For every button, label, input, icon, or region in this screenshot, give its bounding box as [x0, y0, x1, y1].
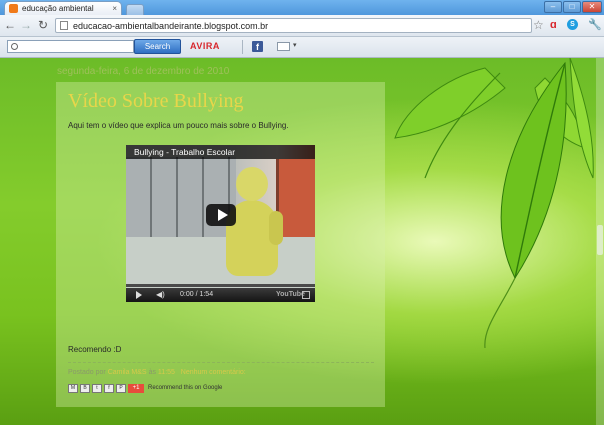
- mail-dropdown-icon[interactable]: ▾: [293, 41, 297, 49]
- minimize-button[interactable]: –: [544, 1, 562, 13]
- reload-icon[interactable]: ↻: [36, 18, 50, 32]
- video-progress-bar[interactable]: [126, 284, 315, 287]
- comments-link[interactable]: Nenhum comentário:: [181, 369, 246, 376]
- post-time-link[interactable]: 11:55: [158, 369, 175, 376]
- control-play-icon[interactable]: [136, 291, 142, 299]
- share-buttons: M B t f P +1 Recommend this on Google: [68, 383, 222, 393]
- clay-figure-arm: [269, 211, 283, 245]
- skype-extension-icon[interactable]: S: [567, 19, 578, 30]
- post-title[interactable]: Vídeo Sobre Bullying: [68, 90, 244, 113]
- address-bar[interactable]: educacao-ambientalbandeirante.blogspot.c…: [55, 18, 532, 33]
- avira-toolbar: Search AVIRA f ▾: [0, 37, 604, 58]
- scrollbar-thumb[interactable]: [597, 225, 603, 255]
- author-link[interactable]: Camila M&S: [108, 369, 147, 376]
- twitter-share-icon[interactable]: t: [92, 383, 102, 393]
- blogthis-share-icon[interactable]: B: [80, 383, 90, 393]
- video-time: 0:00 / 1:54: [180, 291, 214, 298]
- video-title[interactable]: Bullying - Trabalho Escolar: [134, 147, 235, 157]
- navigation-bar: ← → ↻ educacao-ambientalbandeirante.blog…: [0, 15, 604, 37]
- post-footer: Postado por Camila M&S às 11:55 Nenhum c…: [68, 369, 246, 376]
- browser-tab[interactable]: educação ambiental ×: [4, 1, 122, 15]
- at-label: às: [148, 369, 156, 376]
- youtube-logo[interactable]: YouTube: [276, 291, 305, 298]
- tab-close-icon[interactable]: ×: [112, 4, 117, 13]
- blogger-favicon-icon: [9, 4, 18, 13]
- url-text[interactable]: educacao-ambientalbandeirante.blogspot.c…: [73, 21, 268, 31]
- email-share-icon[interactable]: M: [68, 383, 78, 393]
- floor-image: [126, 237, 315, 288]
- close-window-button[interactable]: ✕: [582, 1, 602, 13]
- avira-extension-icon[interactable]: ɑ: [550, 19, 557, 31]
- avira-logo[interactable]: AVIRA: [190, 41, 220, 51]
- video-titlebar: Bullying - Trabalho Escolar: [126, 145, 315, 159]
- posted-by-label: Postado por: [68, 369, 106, 376]
- mail-icon[interactable]: [277, 42, 290, 51]
- play-icon[interactable]: [218, 209, 228, 221]
- bookmark-star-icon[interactable]: ☆: [533, 18, 544, 32]
- leaf-decoration: [394, 58, 594, 349]
- tab-title: educação ambiental: [22, 4, 94, 13]
- search-icon: [11, 43, 18, 50]
- facebook-share-icon[interactable]: f: [104, 383, 114, 393]
- toolbar-search-button[interactable]: Search: [134, 39, 181, 54]
- post-divider: [68, 362, 374, 363]
- toolbar-divider: [242, 40, 243, 54]
- forward-arrow-icon[interactable]: →: [19, 18, 33, 32]
- recommend-text: Recommend this on Google: [148, 385, 223, 391]
- page-icon: [60, 21, 68, 30]
- post-closing-text: Recomendo :D: [68, 345, 122, 354]
- fullscreen-icon[interactable]: [302, 291, 310, 299]
- wrench-menu-icon[interactable]: 🔧: [588, 18, 602, 32]
- date-header: segunda-feira, 6 de dezembro de 2010: [57, 66, 230, 77]
- video-player[interactable]: Bullying - Trabalho Escolar ◀) 0:00 / 1:…: [126, 145, 315, 302]
- pinterest-share-icon[interactable]: P: [116, 383, 126, 393]
- back-arrow-icon[interactable]: ←: [3, 18, 17, 32]
- toolbar-search-input[interactable]: [7, 40, 134, 53]
- clay-figure-head: [236, 167, 268, 201]
- facebook-icon[interactable]: f: [252, 41, 263, 52]
- maximize-button[interactable]: □: [563, 1, 581, 13]
- volume-icon[interactable]: ◀): [156, 291, 165, 299]
- new-tab-button[interactable]: [126, 4, 144, 15]
- post-intro-text: Aqui tem o vídeo que explica um pouco ma…: [68, 121, 289, 130]
- google-plus-one-button[interactable]: +1: [128, 383, 144, 393]
